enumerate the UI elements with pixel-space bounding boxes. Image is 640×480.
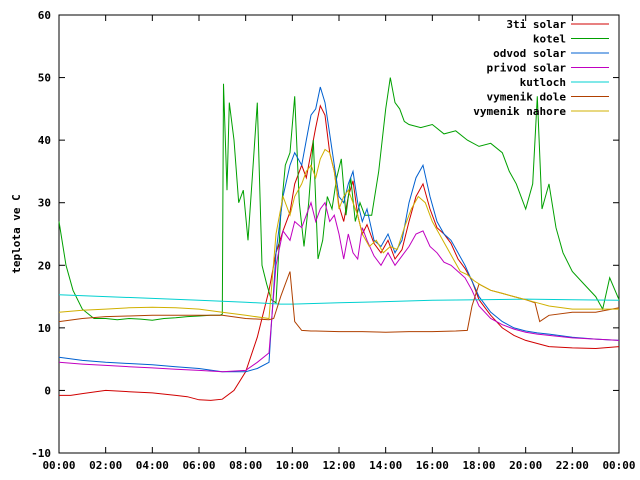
legend-label-2: odvod solar bbox=[493, 47, 566, 60]
x-tick-label: 00:00 bbox=[42, 459, 75, 472]
series-line-0 bbox=[59, 104, 620, 401]
series-line-2 bbox=[58, 86, 620, 373]
x-tick-label: 12:00 bbox=[322, 459, 355, 472]
legend: 3ti solar kotelodvod solar privod solarkut… bbox=[473, 18, 609, 118]
x-tick-label: 00:00 bbox=[602, 459, 635, 472]
y-tick-label: 60 bbox=[38, 9, 51, 22]
series-layer bbox=[58, 77, 620, 401]
series-line-3 bbox=[58, 201, 620, 373]
x-tick-label: 18:00 bbox=[462, 459, 495, 472]
legend-label-4: kutloch bbox=[520, 76, 566, 89]
legend-label-0: 3ti solar bbox=[506, 18, 566, 31]
x-tick-label: 22:00 bbox=[556, 459, 589, 472]
y-tick-label: 40 bbox=[38, 134, 51, 147]
x-tick-label: 20:00 bbox=[509, 459, 542, 472]
x-tick-label: 10:00 bbox=[276, 459, 309, 472]
y-tick-label: 20 bbox=[38, 259, 51, 272]
x-tick-label: 04:00 bbox=[136, 459, 169, 472]
x-tick-label: 16:00 bbox=[416, 459, 449, 472]
legend-label-6: vymenik nahore bbox=[473, 105, 566, 118]
legend-label-1: kotel bbox=[533, 33, 566, 46]
y-tick-label: 10 bbox=[38, 322, 51, 335]
y-tick-label: 0 bbox=[44, 384, 51, 397]
x-tick-label: 14:00 bbox=[369, 459, 402, 472]
y-tick-label: 50 bbox=[38, 72, 51, 85]
temperature-line-chart: -100102030405060 00:00 02:00 04:00 06:00 08:… bbox=[10, 9, 636, 472]
legend-label-3: privod solar bbox=[487, 62, 567, 75]
y-axis-label: teplota ve C bbox=[10, 194, 23, 273]
legend-label-5: vymenik dole bbox=[487, 91, 567, 104]
x-tick-label: 08:00 bbox=[229, 459, 262, 472]
x-tick-label: 06:00 bbox=[182, 459, 215, 472]
x-tick-label: 02:00 bbox=[89, 459, 122, 472]
y-tick-label: 30 bbox=[38, 197, 51, 210]
